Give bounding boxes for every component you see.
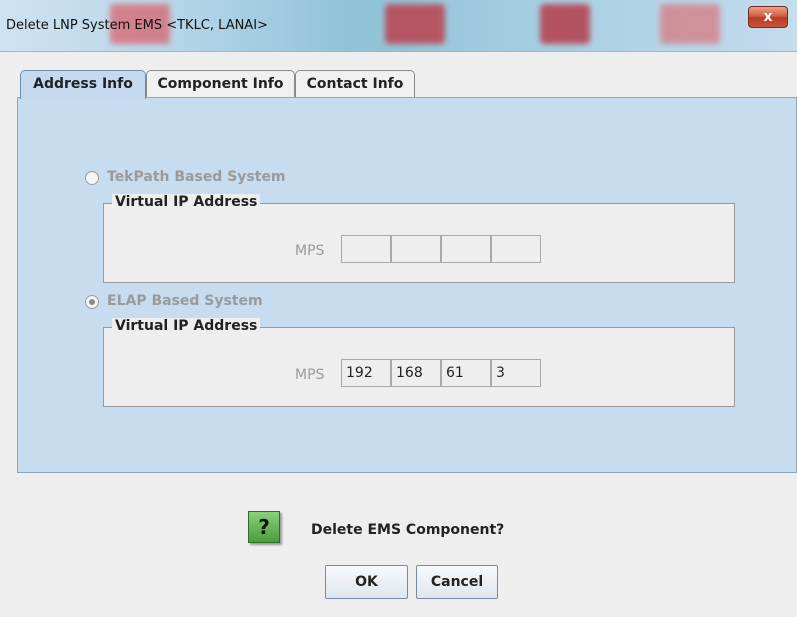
tekpath-radio-button[interactable]: [85, 171, 99, 185]
elap-ip-octet-2[interactable]: 168: [391, 359, 441, 387]
titlebar-blur-decoration: [540, 4, 590, 44]
elap-radio-label: ELAP Based System: [107, 293, 263, 309]
tekpath-ip-octet-1[interactable]: [341, 235, 391, 263]
elap-ip-octet-4[interactable]: 3: [491, 359, 541, 387]
titlebar-blur-decoration: [660, 4, 720, 44]
close-icon: x: [763, 9, 773, 25]
title-bar[interactable]: Delete LNP System EMS <TKLC, LANAI> x: [0, 0, 797, 52]
tekpath-ip-octet-4[interactable]: [491, 235, 541, 263]
dialog-window: Delete LNP System EMS <TKLC, LANAI> x Ad…: [0, 0, 797, 617]
tab-address-info[interactable]: Address Info: [20, 70, 146, 99]
window-title: Delete LNP System EMS <TKLC, LANAI>: [6, 18, 268, 33]
tekpath-virtual-ip-group: Virtual IP Address MPS: [103, 194, 735, 283]
cancel-button[interactable]: Cancel: [416, 565, 498, 599]
confirm-question: Delete EMS Component?: [311, 522, 505, 538]
titlebar-blur-decoration: [385, 4, 445, 44]
tab-contact-info[interactable]: Contact Info: [295, 70, 415, 98]
tab-component-info[interactable]: Component Info: [146, 70, 295, 98]
elap-radio-button[interactable]: [85, 295, 99, 309]
question-icon: ?: [248, 511, 280, 543]
tekpath-mps-label: MPS: [295, 243, 325, 259]
tekpath-ip-octet-3[interactable]: [441, 235, 491, 263]
elap-virtual-ip-group: Virtual IP Address MPS 192 168 61 3: [103, 318, 735, 407]
close-button[interactable]: x: [748, 6, 788, 28]
address-info-panel: [17, 97, 797, 473]
ok-button[interactable]: OK: [325, 565, 408, 599]
tekpath-radio-label: TekPath Based System: [107, 169, 286, 185]
tekpath-group-title: Virtual IP Address: [112, 194, 261, 210]
elap-group-title: Virtual IP Address: [112, 318, 261, 334]
elap-mps-label: MPS: [295, 367, 325, 383]
elap-ip-octet-1[interactable]: 192: [341, 359, 391, 387]
elap-ip-octet-3[interactable]: 61: [441, 359, 491, 387]
tekpath-ip-octet-2[interactable]: [391, 235, 441, 263]
